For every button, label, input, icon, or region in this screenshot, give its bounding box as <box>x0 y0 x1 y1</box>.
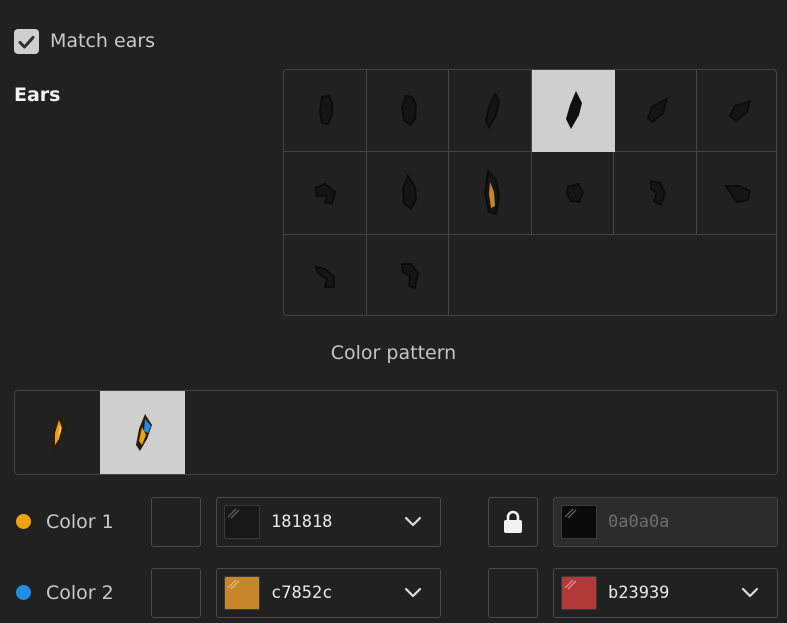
ear-option-9[interactable] <box>450 152 533 234</box>
color1-lock-button[interactable] <box>488 497 538 547</box>
color2-secondary-hex: b23939 <box>608 583 670 603</box>
color2-dot <box>16 585 31 600</box>
ear-4-icon <box>565 91 582 129</box>
ear-10-icon <box>565 182 584 204</box>
color2-primary-picker[interactable]: c7852c <box>216 568 441 618</box>
chevron-down-icon <box>404 516 422 527</box>
color-pattern-title: Color pattern <box>330 342 457 364</box>
ear-5-icon <box>646 97 669 124</box>
pattern-2-icon <box>135 413 152 451</box>
pattern-option-1[interactable] <box>15 391 100 474</box>
color1-secondary-hex: 0a0a0a <box>608 512 670 532</box>
ear-option-12[interactable] <box>697 152 776 234</box>
ear-option-5[interactable] <box>615 70 698 152</box>
pattern-1-icon <box>50 413 65 451</box>
chevron-down-icon <box>741 587 759 598</box>
checkmark-icon <box>18 35 35 48</box>
color2-empty-button[interactable] <box>151 568 201 618</box>
color2-primary-swatch <box>224 576 260 610</box>
ear-7-icon <box>313 182 336 206</box>
ear-3-icon <box>484 91 500 130</box>
color2-empty-button-2[interactable] <box>488 568 538 618</box>
ear-8-icon <box>401 173 417 211</box>
match-ears-label: Match ears <box>50 30 156 52</box>
ear-11-icon <box>649 179 666 207</box>
ears-grid <box>283 69 777 316</box>
color-pattern-list <box>14 390 778 475</box>
chevron-down-icon <box>404 587 422 598</box>
color2-secondary-swatch <box>561 576 597 610</box>
ear-option-7[interactable] <box>284 152 367 234</box>
match-ears-checkbox[interactable] <box>14 29 39 54</box>
ear-option-3[interactable] <box>450 70 533 152</box>
color1-label: Color 1 <box>46 511 114 533</box>
color1-primary-picker[interactable]: 181818 <box>216 497 441 547</box>
ear-option-13[interactable] <box>284 235 367 315</box>
color1-secondary-swatch <box>561 505 597 539</box>
ear-6-icon <box>728 99 751 123</box>
ear-12-icon <box>723 185 751 204</box>
color2-label: Color 2 <box>46 582 114 604</box>
color1-primary-hex: 181818 <box>271 512 333 532</box>
ear-option-10[interactable] <box>532 152 615 234</box>
ears-title: Ears <box>14 84 61 106</box>
ear-13-icon <box>313 265 335 288</box>
pattern-option-2[interactable] <box>100 391 185 474</box>
ear-option-1[interactable] <box>284 70 367 152</box>
color2-secondary-picker[interactable]: b23939 <box>553 568 778 618</box>
ear-option-8[interactable] <box>367 152 450 234</box>
ear-option-2[interactable] <box>367 70 450 152</box>
lock-icon <box>504 510 522 533</box>
ear-option-11[interactable] <box>615 152 698 234</box>
color1-primary-swatch <box>224 505 260 539</box>
ear-9-icon <box>483 168 500 216</box>
color1-secondary-picker: 0a0a0a <box>553 497 778 547</box>
color1-empty-button[interactable] <box>151 497 201 547</box>
ear-option-4[interactable] <box>532 70 615 152</box>
color2-primary-hex: c7852c <box>271 583 333 603</box>
color1-dot <box>16 514 31 529</box>
ear-option-6[interactable] <box>697 70 776 152</box>
ear-option-14[interactable] <box>367 235 450 315</box>
ear-14-icon <box>400 263 419 290</box>
ear-2-icon <box>400 94 417 127</box>
ear-1-icon <box>318 94 333 126</box>
